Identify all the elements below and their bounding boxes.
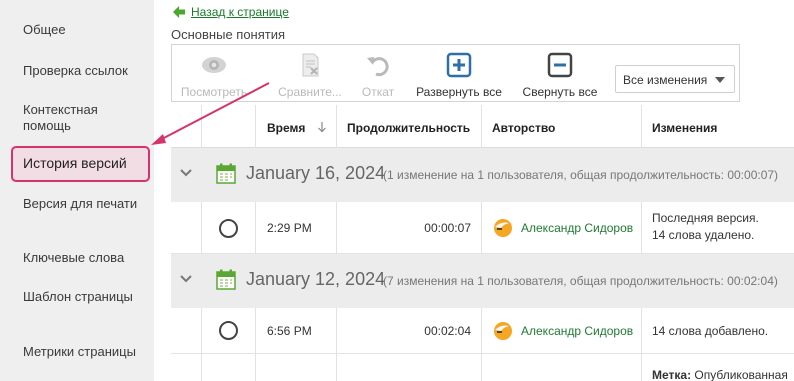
column-divider bbox=[641, 354, 642, 381]
collapse-all-button[interactable]: Свернуть все bbox=[517, 45, 603, 101]
sidebar-item-print-version[interactable]: Версия для печати bbox=[23, 196, 143, 212]
view-button[interactable]: Посмотреть bbox=[176, 45, 252, 101]
column-divider bbox=[641, 202, 642, 254]
version-history-table: Время Продолжительность Авторство Измене… bbox=[171, 105, 794, 381]
dropdown-caret-icon bbox=[715, 77, 725, 83]
sidebar-item-general[interactable]: Общее bbox=[23, 22, 143, 38]
eye-icon bbox=[202, 57, 226, 73]
table-header: Время Продолжительность Авторство Измене… bbox=[171, 105, 794, 148]
tag-label: Метка: bbox=[652, 368, 692, 381]
chevron-down-icon[interactable] bbox=[180, 169, 192, 177]
group-row-jan-16[interactable]: January 16, 2024 (1 изменение на 1 польз… bbox=[171, 148, 794, 202]
column-divider bbox=[641, 105, 642, 148]
changes-line: 14 слова добавлено. bbox=[652, 324, 769, 338]
column-divider bbox=[641, 308, 642, 354]
row-duration: 00:02:04 bbox=[424, 324, 471, 338]
back-link-label: Назад к странице bbox=[191, 5, 289, 19]
column-divider bbox=[255, 105, 256, 148]
column-divider bbox=[481, 105, 482, 148]
column-divider bbox=[201, 105, 202, 148]
column-divider bbox=[481, 354, 482, 381]
revert-button[interactable]: Откат bbox=[350, 45, 406, 101]
sidebar-item-keywords[interactable]: Ключевые слова bbox=[23, 250, 143, 266]
tag-value: Опубликованная bbox=[694, 368, 788, 381]
compare-button-label: Сравните... bbox=[278, 85, 342, 99]
sidebar-item-context-help[interactable]: Контекстная помощь bbox=[23, 102, 143, 134]
row-time: 6:56 PM bbox=[267, 324, 312, 338]
header-duration[interactable]: Продолжительность bbox=[347, 105, 470, 148]
changes-filter-value: Все изменения bbox=[623, 73, 708, 87]
minus-square-icon bbox=[547, 52, 573, 78]
compare-document-icon bbox=[302, 53, 319, 77]
view-button-label: Посмотреть bbox=[180, 85, 248, 99]
sidebar-item-link-check[interactable]: Проверка ссылок bbox=[23, 63, 143, 79]
column-divider bbox=[336, 308, 337, 354]
expand-all-button[interactable]: Развернуть все bbox=[412, 45, 506, 101]
collapse-all-label: Свернуть все bbox=[522, 85, 598, 99]
column-divider bbox=[336, 354, 337, 381]
column-divider bbox=[255, 202, 256, 254]
author-link[interactable]: Александр Сидоров bbox=[521, 221, 633, 235]
row-changes: Последняя версия. 14 слова удалено. bbox=[652, 210, 759, 244]
section-title: Основные понятия bbox=[171, 27, 286, 42]
row-changes: 14 слова добавлено. bbox=[652, 323, 768, 340]
back-arrow-icon bbox=[173, 6, 185, 18]
changes-line: Последняя версия. bbox=[652, 211, 759, 225]
group-summary: (1 изменение на 1 пользователя, общая пр… bbox=[383, 168, 779, 182]
header-author[interactable]: Авторство bbox=[492, 105, 555, 148]
sort-down-arrow-icon bbox=[317, 122, 326, 133]
chevron-down-icon[interactable] bbox=[180, 275, 192, 283]
calendar-icon bbox=[216, 163, 236, 184]
version-select-radio[interactable] bbox=[219, 219, 238, 238]
sidebar: Общее Проверка ссылок Контекстная помощь… bbox=[0, 0, 154, 381]
column-divider bbox=[201, 354, 202, 381]
back-to-page-link[interactable]: Назад к странице bbox=[172, 3, 289, 21]
column-divider bbox=[255, 354, 256, 381]
plus-square-icon bbox=[446, 52, 472, 78]
group-summary: (7 изменения на 1 пользователя, общая пр… bbox=[383, 274, 778, 288]
expand-all-label: Развернуть все bbox=[416, 85, 502, 99]
column-divider bbox=[336, 105, 337, 148]
sidebar-item-version-history[interactable]: История версий bbox=[11, 146, 150, 182]
author-link[interactable]: Александр Сидоров bbox=[521, 324, 633, 338]
column-divider bbox=[336, 202, 337, 254]
header-changes[interactable]: Изменения bbox=[652, 105, 717, 148]
toolbar: Посмотреть Сравните... Откат Развернуть … bbox=[171, 44, 740, 102]
version-select-radio[interactable] bbox=[219, 321, 238, 340]
sidebar-item-page-metrics[interactable]: Метрики страницы bbox=[23, 344, 143, 360]
table-row: Метка: Опубликованная bbox=[171, 354, 794, 381]
calendar-icon bbox=[216, 269, 236, 290]
column-divider bbox=[201, 308, 202, 354]
undo-icon bbox=[367, 57, 389, 77]
column-divider bbox=[255, 308, 256, 354]
compare-button[interactable]: Сравните... bbox=[272, 45, 348, 101]
changes-filter-select[interactable]: Все изменения bbox=[615, 65, 735, 93]
avatar-icon bbox=[494, 322, 512, 340]
header-time[interactable]: Время bbox=[267, 105, 327, 148]
column-divider bbox=[201, 202, 202, 254]
row-duration: 00:00:07 bbox=[424, 221, 471, 235]
avatar-icon bbox=[494, 219, 512, 237]
group-row-jan-12[interactable]: January 12, 2024 (7 изменения на 1 польз… bbox=[171, 254, 794, 308]
table-row: 6:56 PM 00:02:04 Александр Сидоров 14 сл… bbox=[171, 308, 794, 354]
sidebar-item-page-template[interactable]: Шаблон страницы bbox=[23, 289, 143, 305]
column-divider bbox=[481, 202, 482, 254]
group-date: January 12, 2024 bbox=[246, 269, 386, 289]
revert-button-label: Откат bbox=[361, 85, 395, 99]
row-tag: Метка: Опубликованная bbox=[652, 367, 788, 381]
row-time: 2:29 PM bbox=[267, 221, 312, 235]
group-date: January 16, 2024 bbox=[246, 163, 386, 183]
table-row: 2:29 PM 00:00:07 Александр Сидоров После… bbox=[171, 202, 794, 254]
changes-line: 14 слова удалено. bbox=[652, 228, 755, 242]
column-divider bbox=[481, 308, 482, 354]
